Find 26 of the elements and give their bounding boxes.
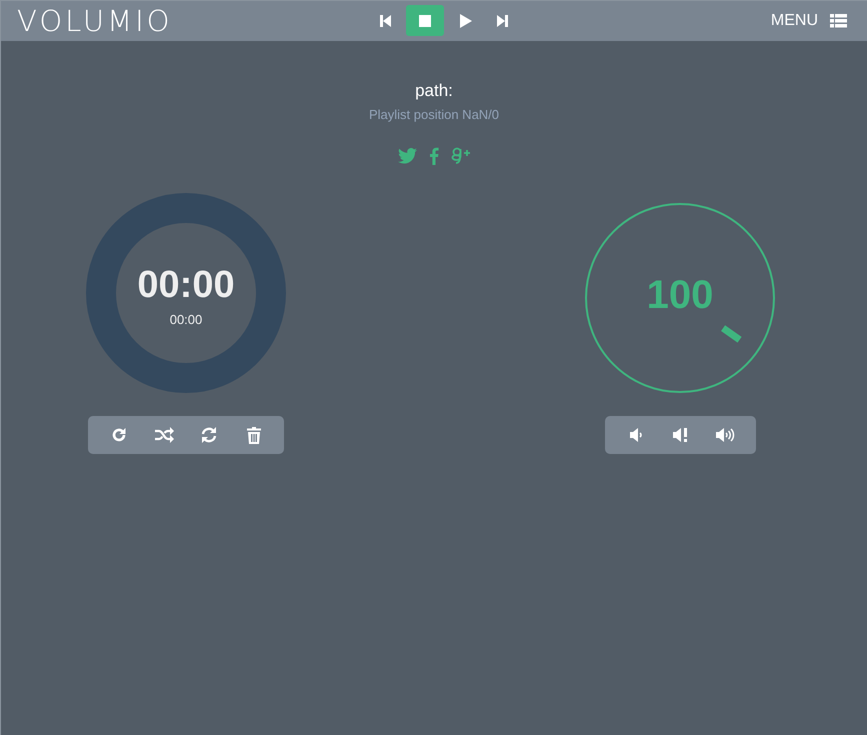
elapsed-time: 00:00 <box>137 266 235 304</box>
knob-indicator <box>721 325 742 343</box>
playlist-position: Playlist position NaN/0 <box>368 107 500 122</box>
previous-icon <box>377 12 393 28</box>
twitter-icon[interactable] <box>398 148 416 164</box>
track-title: path: <box>415 81 453 101</box>
refresh-icon <box>200 426 218 444</box>
volume-knob[interactable]: 100 <box>585 203 775 393</box>
stop-icon <box>417 12 433 28</box>
menu-button[interactable]: MENU <box>770 12 847 30</box>
total-time: 00:00 <box>170 312 202 326</box>
volume-high-icon <box>715 427 735 443</box>
progress-ring[interactable]: 00:00 00:00 <box>86 193 286 393</box>
volume-alert-icon <box>672 427 688 443</box>
next-icon <box>495 12 511 28</box>
trash-icon <box>246 426 260 444</box>
stop-button[interactable] <box>406 5 444 36</box>
google-plus-icon[interactable] <box>450 146 470 166</box>
play-icon <box>457 12 473 28</box>
list-icon <box>830 14 847 28</box>
shuffle-icon <box>154 427 174 443</box>
volume-value: 100 <box>646 273 714 318</box>
facebook-icon[interactable] <box>428 147 438 165</box>
logo[interactable]: VOLUMIO <box>17 6 172 36</box>
redo-icon <box>110 426 128 444</box>
volume-low-icon <box>628 427 642 443</box>
